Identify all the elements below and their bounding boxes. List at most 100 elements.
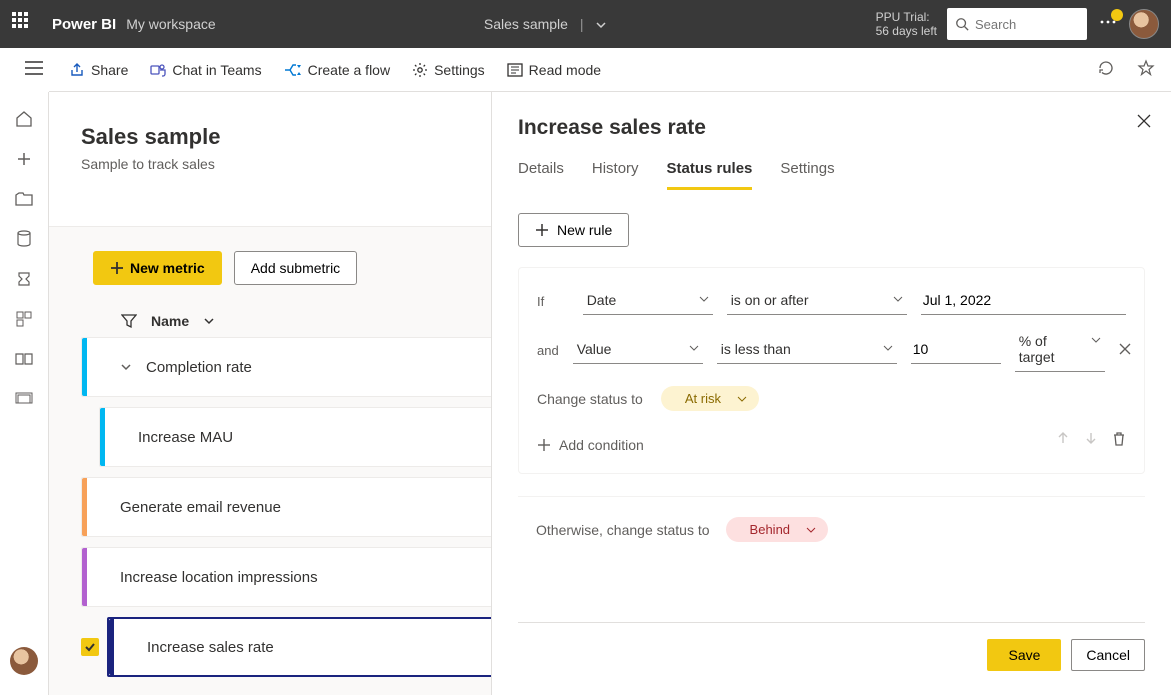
hamburger-icon[interactable] (25, 61, 43, 78)
plus-icon[interactable] (15, 150, 33, 168)
tab-status-rules[interactable]: Status rules (667, 160, 753, 190)
condition-row-2: and Value is less than % of target (537, 329, 1126, 372)
toolbar: Share Chat in Teams Create a flow Settin… (49, 48, 1171, 92)
tab-details[interactable]: Details (518, 160, 564, 190)
create-flow-button[interactable]: Create a flow (284, 62, 390, 78)
header-title-area: Sales sample | (216, 16, 876, 32)
add-submetric-button[interactable]: Add submetric (234, 251, 357, 285)
panel-tabs: Details History Status rules Settings (518, 160, 1145, 191)
brand-name: Power BI (52, 16, 116, 33)
teams-icon (150, 62, 166, 78)
settings-button[interactable]: Settings (412, 62, 485, 78)
trial-line2: 56 days left (876, 24, 937, 38)
app-launcher-icon[interactable] (12, 12, 36, 36)
add-condition-label: Add condition (559, 437, 644, 453)
settings-label: Settings (434, 62, 485, 78)
browse-icon[interactable] (15, 190, 33, 208)
flow-icon (284, 63, 302, 77)
read-icon (507, 63, 523, 77)
chevron-down-icon (699, 294, 709, 304)
trial-info[interactable]: PPU Trial: 56 days left (876, 10, 937, 38)
status-dropdown-atrisk[interactable]: At risk (661, 386, 759, 411)
move-up-button[interactable] (1056, 431, 1070, 452)
report-title[interactable]: Sales sample (484, 16, 568, 32)
metric-name: Increase location impressions (120, 569, 318, 586)
rule-box: If Date is on or after and Value is less… (518, 267, 1145, 474)
move-down-button[interactable] (1084, 431, 1098, 452)
panel-title: Increase sales rate (518, 116, 1145, 140)
new-metric-button[interactable]: New metric (93, 251, 222, 285)
chat-teams-button[interactable]: Chat in Teams (150, 62, 261, 78)
operator-dropdown-onafter[interactable]: is on or after (727, 288, 907, 315)
if-label: If (537, 294, 569, 309)
chevron-down-icon[interactable] (120, 361, 132, 373)
field-dropdown-date[interactable]: Date (583, 288, 713, 315)
operator-dropdown-lessthan[interactable]: is less than (717, 337, 897, 364)
favorite-button[interactable] (1137, 59, 1155, 80)
metric-name: Increase sales rate (147, 639, 274, 656)
flow-label: Create a flow (308, 62, 390, 78)
close-button[interactable] (1137, 114, 1151, 133)
share-label: Share (91, 62, 128, 78)
chevron-down-icon (1091, 335, 1101, 345)
data-icon[interactable] (15, 230, 33, 248)
otherwise-row: Otherwise, change status to Behind (518, 496, 1145, 552)
field-dropdown-value[interactable]: Value (573, 337, 703, 364)
filter-icon[interactable] (121, 313, 137, 329)
search-icon (955, 17, 969, 31)
top-header: Power BI My workspace Sales sample | PPU… (0, 0, 1171, 48)
value-input[interactable] (911, 337, 1001, 364)
add-condition-button[interactable]: Add condition (537, 437, 644, 453)
cancel-button[interactable]: Cancel (1071, 639, 1145, 671)
arrow-down-icon (1084, 431, 1098, 445)
unit-dropdown[interactable]: % of target (1015, 329, 1105, 372)
chevron-down-icon[interactable] (203, 315, 215, 327)
refresh-button[interactable] (1097, 59, 1115, 80)
column-name-header[interactable]: Name (151, 313, 189, 329)
chat-label: Chat in Teams (172, 62, 261, 78)
scorecard-title: Sales sample (81, 124, 220, 150)
and-label: and (537, 343, 559, 358)
workspaces-icon[interactable] (15, 390, 33, 408)
delete-rule-button[interactable] (1112, 431, 1126, 452)
apps-icon[interactable] (15, 310, 33, 328)
search-box[interactable] (947, 8, 1087, 40)
row-checkbox[interactable] (81, 638, 99, 656)
plus-icon (110, 261, 124, 275)
plus-icon (535, 223, 549, 237)
left-nav-rail (0, 92, 49, 695)
save-button[interactable]: Save (987, 639, 1061, 671)
date-input[interactable] (921, 288, 1126, 315)
tab-history[interactable]: History (592, 160, 639, 190)
chevron-down-icon[interactable] (595, 19, 607, 31)
remove-condition-button[interactable] (1119, 342, 1131, 360)
status-dropdown-behind[interactable]: Behind (726, 517, 828, 542)
learn-icon[interactable] (15, 350, 33, 368)
tab-settings[interactable]: Settings (780, 160, 834, 190)
user-avatar[interactable] (1129, 9, 1159, 39)
scorecard-subtitle: Sample to track sales (81, 156, 220, 172)
chevron-down-icon (689, 343, 699, 353)
plus-icon (537, 438, 551, 452)
more-options-button[interactable] (1099, 13, 1117, 36)
home-icon[interactable] (15, 110, 33, 128)
new-metric-label: New metric (130, 260, 205, 276)
rule-actions (1056, 431, 1126, 452)
share-button[interactable]: Share (69, 62, 128, 78)
metric-name: Increase MAU (138, 429, 233, 446)
chevron-down-icon (737, 394, 747, 404)
goals-icon[interactable] (15, 270, 33, 288)
search-input[interactable] (975, 17, 1079, 32)
panel-footer: Save Cancel (518, 622, 1145, 671)
condition-row-1: If Date is on or after (537, 288, 1126, 315)
new-rule-button[interactable]: New rule (518, 213, 629, 247)
new-rule-label: New rule (557, 222, 612, 238)
workspace-avatar[interactable] (10, 647, 38, 675)
read-mode-button[interactable]: Read mode (507, 62, 601, 78)
chevron-down-icon (806, 525, 816, 535)
workspace-name[interactable]: My workspace (126, 16, 215, 32)
overview-title: Sales sample Sample to track sales (81, 124, 220, 172)
trial-line1: PPU Trial: (876, 10, 937, 24)
share-icon (69, 62, 85, 78)
star-icon (1137, 59, 1155, 77)
